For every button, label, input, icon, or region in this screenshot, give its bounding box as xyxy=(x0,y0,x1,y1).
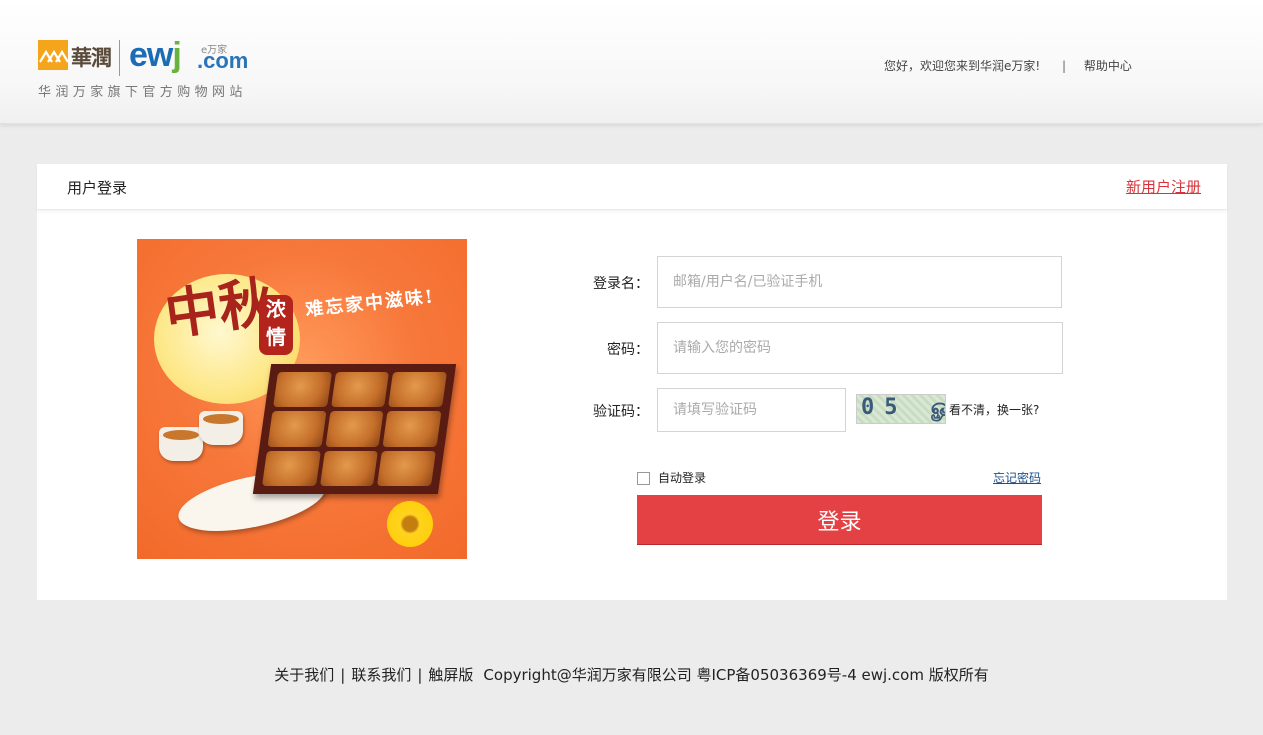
logo-ewj-text: ewj xyxy=(129,36,182,75)
footer-copyright: Copyright@华润万家有限公司 粤ICP备05036369号-4 ewj.… xyxy=(483,666,989,684)
panel-header: 用户登录 新用户注册 xyxy=(37,164,1227,210)
top-links: 您好，欢迎您来到华润e万家! | 帮助中心 xyxy=(884,57,1132,74)
login-panel: 用户登录 新用户注册 中秋 浓 情 难忘家中滋味! 登录名： 邮箱/用户名/已验… xyxy=(37,164,1227,600)
mooncake xyxy=(382,411,442,447)
panel-title: 用户登录 xyxy=(67,179,128,197)
chrysanthemum-icon xyxy=(387,501,433,547)
tea-cup-icon xyxy=(199,411,243,445)
banner-seal-bottom: 情 xyxy=(266,325,286,349)
mooncake xyxy=(319,450,379,486)
username-label: 登录名： xyxy=(593,276,649,292)
auto-login-option[interactable]: 自动登录 xyxy=(637,469,706,486)
mooncake xyxy=(325,411,384,447)
auto-login-label: 自动登录 xyxy=(658,471,707,485)
password-label: 密码： xyxy=(607,342,649,358)
huarun-logo-icon xyxy=(38,40,68,70)
mooncake xyxy=(330,372,390,408)
login-button[interactable]: 登录 xyxy=(637,495,1042,545)
logo-ewj-j: j xyxy=(172,36,182,74)
footer-about-link[interactable]: 关于我们 xyxy=(274,666,334,684)
banner-slogan: 难忘家中滋味! xyxy=(304,286,436,321)
captcha-label: 验证码： xyxy=(593,404,649,420)
captcha-image[interactable]: 05 ௐ xyxy=(856,394,946,424)
captcha-image-text: 05 ௐ xyxy=(861,395,945,420)
footer-touch-link[interactable]: 触屏版 xyxy=(428,666,473,684)
username-input[interactable] xyxy=(657,256,1062,308)
banner-seal-top: 浓 xyxy=(266,297,286,321)
logo-tagline: 华润万家旗下官方购物网站 xyxy=(38,85,247,100)
logo-ewj-ew: ew xyxy=(129,36,173,74)
logo-divider xyxy=(119,40,120,76)
banner-seal: 浓 情 xyxy=(259,295,293,355)
logo-huarun-text: 華潤 xyxy=(71,45,112,70)
logo-com-text: .com xyxy=(197,48,249,73)
tea-cup-icon xyxy=(159,427,203,461)
site-header: 華潤 ewj e万家 .com 华润万家旗下官方购物网站 您好，欢迎您来到华润e… xyxy=(0,0,1263,124)
footer-contact-link[interactable]: 联系我们 xyxy=(351,666,411,684)
auto-login-checkbox[interactable] xyxy=(637,472,650,485)
mooncake xyxy=(377,450,436,486)
mooncake xyxy=(267,411,327,447)
forgot-password-link[interactable]: 忘记密码 xyxy=(993,469,1041,486)
mooncake-box xyxy=(252,364,457,494)
site-logo[interactable]: 華潤 ewj e万家 .com 华润万家旗下官方购物网站 xyxy=(38,36,253,100)
help-center-link[interactable]: 帮助中心 xyxy=(1084,59,1132,73)
password-input[interactable] xyxy=(657,322,1063,374)
captcha-input[interactable] xyxy=(657,388,846,432)
mooncake xyxy=(388,372,448,408)
footer-separator: | xyxy=(340,666,346,684)
footer-separator: | xyxy=(417,666,423,684)
captcha-refresh-link[interactable]: 看不清，换一张? xyxy=(949,401,1039,418)
site-footer: 关于我们 | 联系我们 | 触屏版 Copyright@华润万家有限公司 粤ICP备050… xyxy=(0,664,1263,685)
mid-autumn-banner[interactable]: 中秋 浓 情 难忘家中滋味! xyxy=(137,239,467,559)
top-links-separator: | xyxy=(1062,59,1067,73)
register-link[interactable]: 新用户注册 xyxy=(1126,176,1201,197)
mooncake xyxy=(273,372,332,408)
welcome-text: 您好，欢迎您来到华润e万家! xyxy=(884,59,1041,73)
mooncake xyxy=(261,450,321,486)
